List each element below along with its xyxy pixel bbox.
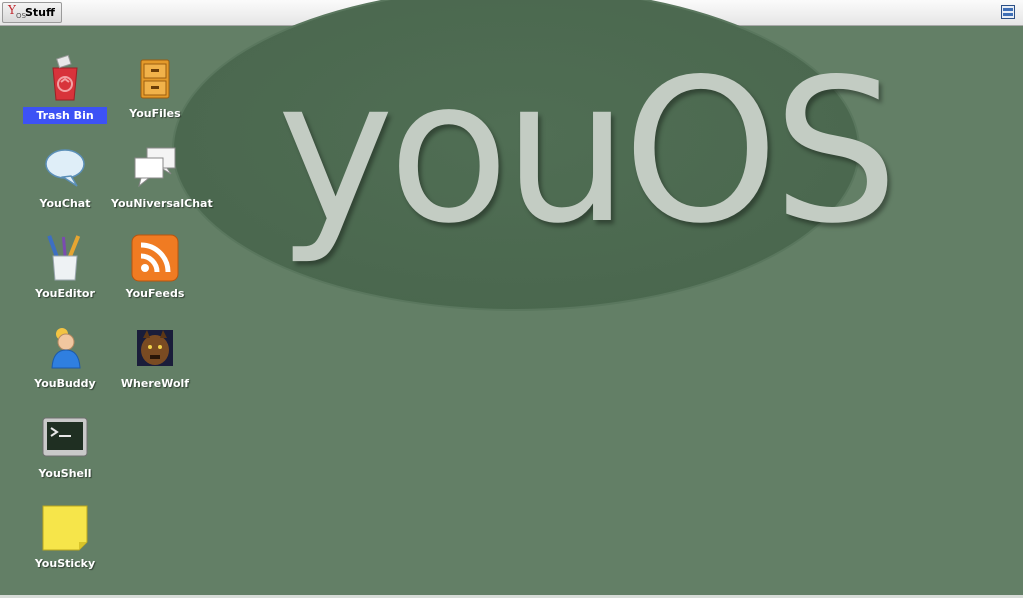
desktop[interactable]: youOS Trash Bin YouFiles YouChat YouNive… — [0, 0, 1023, 595]
desktop-icon-label: YouShell — [38, 467, 92, 480]
desktop-icon-label: YouNiversalChat — [111, 197, 213, 210]
terminal-icon — [42, 417, 88, 457]
desktop-icon-label: YouFeeds — [125, 287, 185, 300]
speech-bubble-icon — [45, 149, 85, 187]
desktop-icon-youfiles[interactable]: YouFiles — [111, 54, 199, 134]
buddy-icon — [51, 328, 81, 369]
desktop-icon-youfeeds[interactable]: YouFeeds — [111, 234, 199, 314]
desktop-icon-label: Trash Bin — [23, 107, 107, 124]
desktop-icon-label: YouFiles — [129, 107, 181, 120]
youos-wallpaper-logo: youOS — [277, 36, 898, 267]
desktop-icon-youchat[interactable]: YouChat — [21, 144, 109, 224]
desktop-icon-trash-bin[interactable]: Trash Bin — [21, 54, 109, 134]
desktop-icon-label: YouChat — [39, 197, 91, 210]
desktop-icon[interactable] — [1001, 5, 1015, 19]
desktop-icon-label: YouEditor — [35, 287, 95, 300]
desktop-icon-label: WhereWolf — [120, 377, 190, 390]
trash-bin-icon — [52, 54, 78, 101]
pencil-cup-icon — [47, 235, 81, 281]
sticky-note-icon — [42, 505, 88, 551]
desktop-icon-label: YouBuddy — [34, 377, 96, 390]
desktop-icon-yousticky[interactable]: YouSticky — [21, 504, 109, 584]
desktop-icon-youbuddy[interactable]: YouBuddy — [21, 324, 109, 404]
chat-bubbles-icon — [134, 147, 176, 188]
youos-logo-icon: Y OS — [8, 2, 26, 20]
stuff-menu-label: Stuff — [25, 6, 55, 19]
desktop-icon-youniversalchat[interactable]: YouNiversalChat — [111, 144, 213, 224]
desktop-icon-wherewolf[interactable]: WhereWolf — [111, 324, 199, 404]
stuff-menu-button[interactable]: Y OS Stuff — [2, 2, 62, 23]
desktop-icon-youeditor[interactable]: YouEditor — [21, 234, 109, 314]
werewolf-icon — [137, 330, 173, 366]
file-cabinet-icon — [140, 59, 170, 99]
rss-icon — [131, 234, 179, 282]
desktop-icon-label: YouSticky — [34, 557, 96, 570]
desktop-icon-youshell[interactable]: YouShell — [21, 414, 109, 494]
